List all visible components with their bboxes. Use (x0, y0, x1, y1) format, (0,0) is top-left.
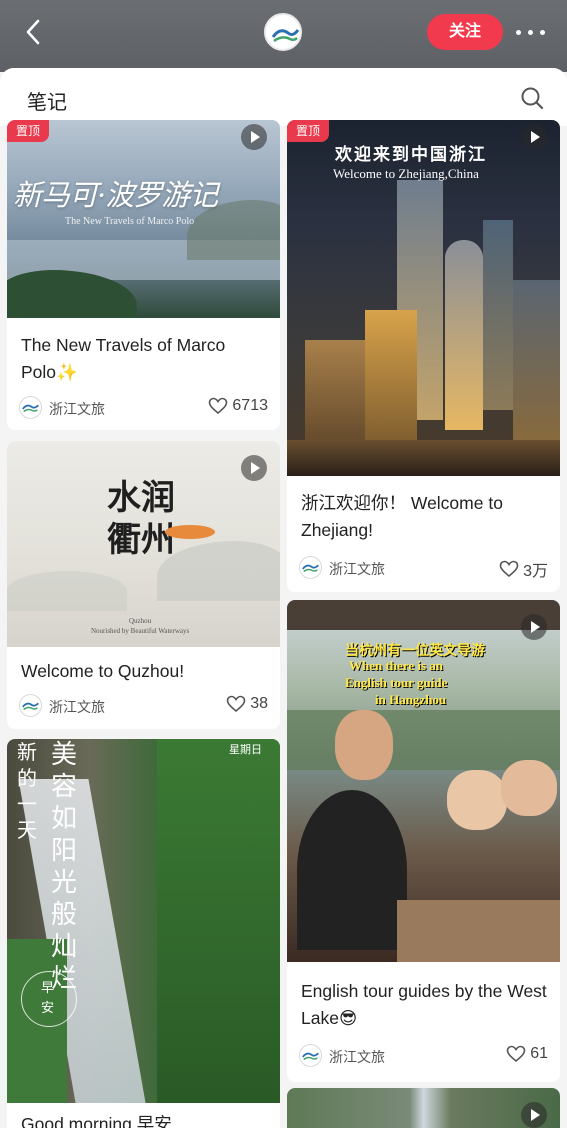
like-count-value: 61 (530, 1045, 548, 1062)
note-title: Good morning 早安 (21, 1114, 172, 1128)
video-play-icon (521, 1102, 547, 1128)
author-avatar (19, 694, 42, 717)
section-title: 笔记 (27, 90, 67, 114)
account-logo[interactable] (264, 13, 302, 51)
cover-text-day: 星期日 (229, 743, 262, 756)
back-icon[interactable] (18, 16, 50, 48)
heart-icon (506, 1045, 526, 1063)
note-card-good-morning[interactable]: 美容如阳光般灿烂 新的一天 星期日 早安 Good morning 早安 (7, 739, 280, 1128)
like-count-value: 38 (250, 695, 268, 712)
cover-text-cn-1: 美容如阳光般灿烂 (51, 740, 78, 994)
note-card-quzhou[interactable]: 水润衢州 Quzhou Nourished by Beautiful Water… (7, 441, 280, 729)
note-meta: 浙江文旅 3万 (299, 556, 548, 580)
note-card-next[interactable] (287, 1088, 560, 1128)
note-meta: 浙江文旅 38 (19, 694, 268, 718)
sheet-header: 笔记 (0, 68, 567, 126)
cover-text-en-1: Quzhou (129, 617, 152, 625)
note-card-welcome-zhejiang[interactable]: 欢迎来到中国浙江 Welcome to Zhejiang,China 置顶 浙江… (287, 120, 560, 592)
author-avatar (299, 1044, 322, 1067)
note-title: 浙江欢迎你！ Welcome to Zhejiang! (301, 493, 503, 540)
like-count[interactable]: 38 (226, 695, 268, 713)
cover-text-cn-2: 新的一天 (17, 740, 37, 842)
video-play-icon (521, 124, 547, 150)
cover-text-en-2: Nourished by Beautiful Waterways (91, 627, 190, 635)
top-bar: 关注 (0, 0, 567, 72)
cover-text-2: When there is an (349, 658, 444, 673)
note-cover-image: 新马可·波罗游记 The New Travels of Marco Polo 置… (7, 120, 280, 318)
author-avatar (299, 556, 322, 579)
note-cover-image: 美容如阳光般灿烂 新的一天 星期日 早安 (7, 739, 280, 1103)
note-title: English tour guides by the West Lake😎 (301, 981, 547, 1028)
cover-text-4: in Hangzhou (375, 692, 447, 707)
like-count[interactable]: 6713 (208, 397, 268, 415)
cover-text-3: English tour guide (345, 675, 448, 690)
pinned-badge: 置顶 (7, 120, 50, 142)
search-icon[interactable] (519, 85, 545, 111)
author-name: 浙江文旅 (49, 402, 105, 418)
cover-text-cn: 新马可·波罗游记 (13, 178, 218, 212)
author-name: 浙江文旅 (49, 700, 105, 716)
cover-stamp-text: 早安 (41, 981, 55, 1016)
more-icon[interactable] (514, 22, 548, 42)
video-play-icon (241, 455, 267, 481)
note-cover-image: 欢迎来到中国浙江 Welcome to Zhejiang,China 置顶 (287, 120, 560, 476)
follow-button[interactable]: 关注 (427, 14, 503, 50)
like-count[interactable]: 61 (506, 1045, 548, 1063)
note-cover-image: 水润衢州 Quzhou Nourished by Beautiful Water… (7, 441, 280, 647)
heart-icon (209, 397, 228, 415)
pinned-badge: 置顶 (287, 120, 330, 142)
author-name: 浙江文旅 (329, 562, 385, 578)
note-cover-image: 当杭州有一位英文导游 When there is an English tour… (287, 600, 560, 962)
like-count-value: 6713 (232, 397, 268, 414)
author-name: 浙江文旅 (329, 1050, 385, 1066)
cover-text-en: The New Travels of Marco Polo (65, 216, 195, 227)
note-cover-image (287, 1088, 560, 1128)
note-card-marco-polo[interactable]: 新马可·波罗游记 The New Travels of Marco Polo 置… (7, 120, 280, 430)
note-meta: 浙江文旅 61 (299, 1044, 548, 1068)
cover-text-cn: 水润衢州 (107, 478, 175, 560)
cover-text-cn: 欢迎来到中国浙江 (335, 145, 487, 165)
cover-text-1: 当杭州有一位英文导游 (345, 643, 485, 659)
author-avatar (19, 396, 42, 419)
note-title: Welcome to Quzhou! (21, 661, 185, 681)
note-meta: 浙江文旅 6713 (19, 396, 268, 420)
heart-icon (226, 695, 246, 713)
cover-text-en: Welcome to Zhejiang,China (333, 166, 479, 181)
note-card-west-lake-guides[interactable]: 当杭州有一位英文导游 When there is an English tour… (287, 600, 560, 1082)
note-title: The New Travels of Marco Polo✨ (21, 335, 226, 382)
like-count-value: 3万 (523, 563, 548, 580)
notes-sheet: 笔记 新马可·波罗游记 The New Travels of Marco Pol… (0, 68, 567, 1128)
video-play-icon (521, 614, 547, 640)
heart-icon (499, 560, 519, 578)
video-play-icon (241, 124, 267, 150)
like-count[interactable]: 3万 (499, 557, 548, 581)
